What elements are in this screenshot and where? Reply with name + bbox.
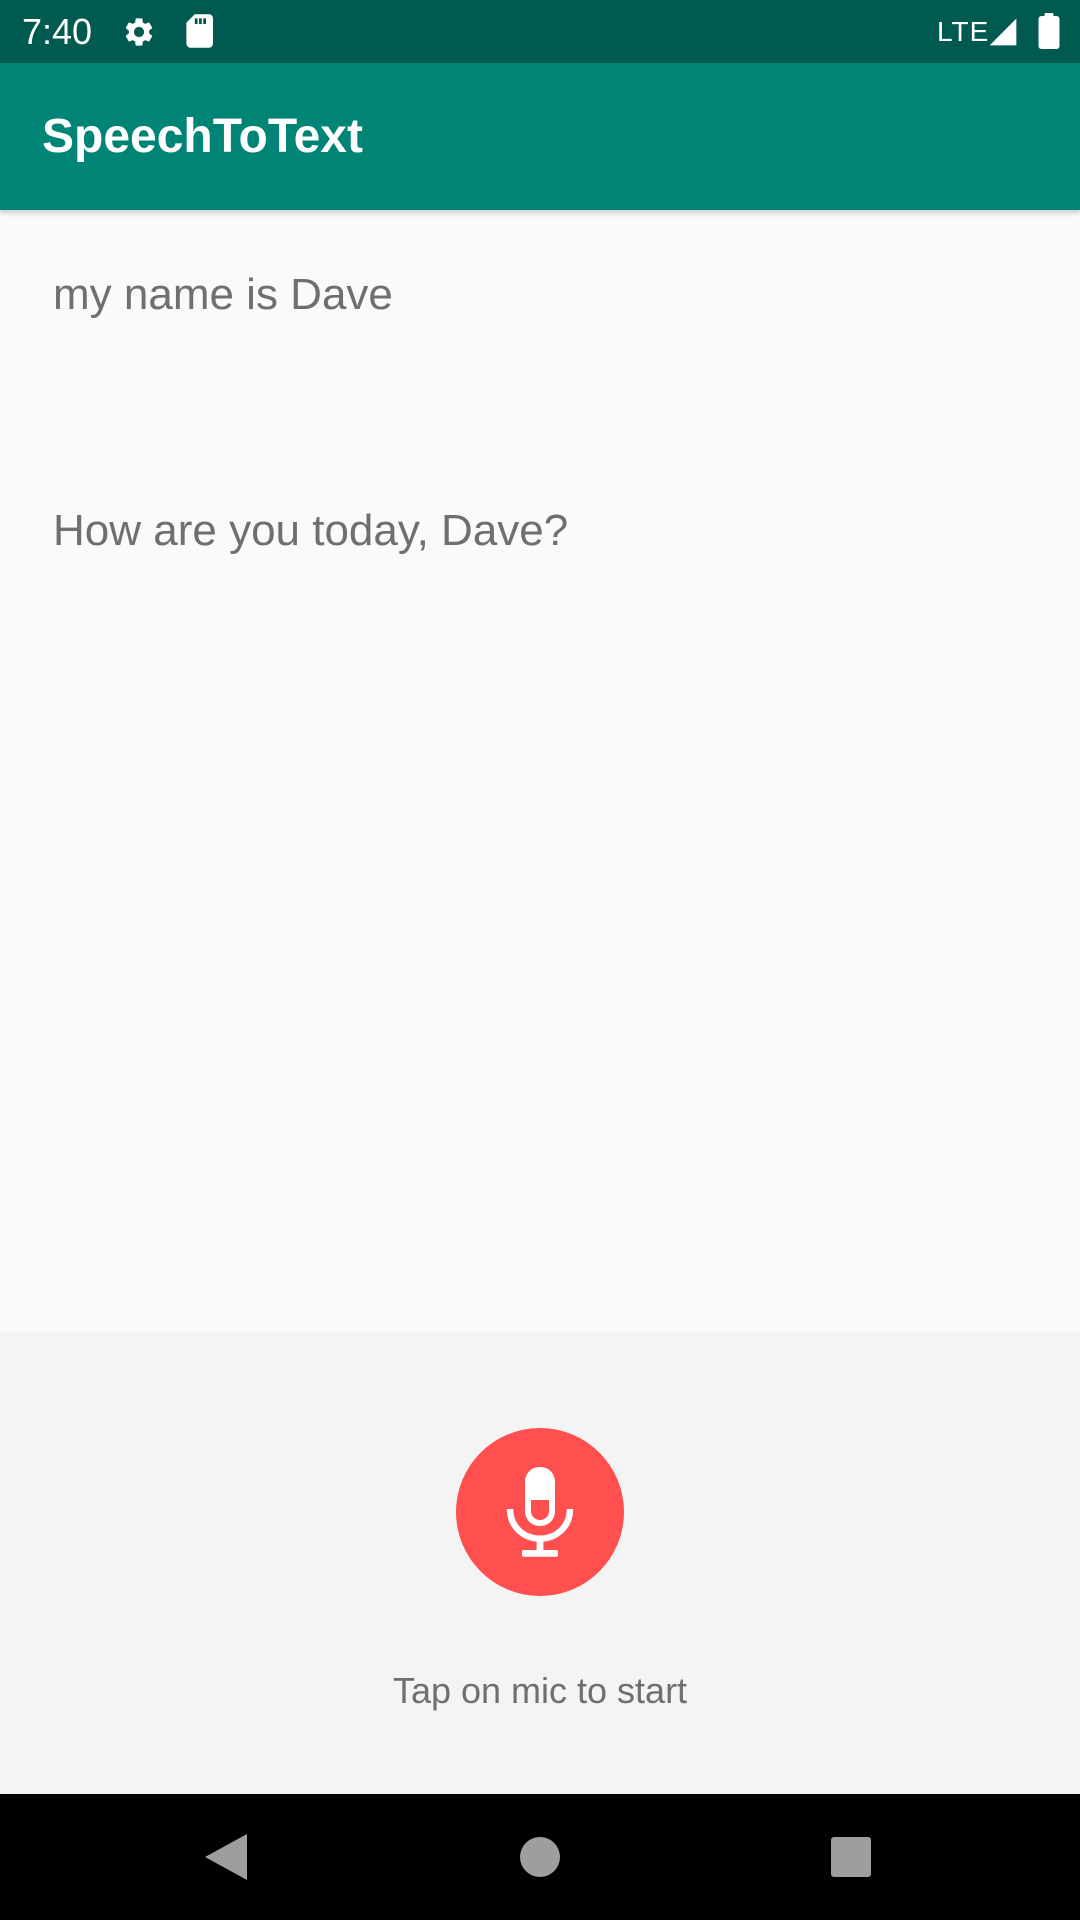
status-time: 7:40 [22,11,93,52]
tap-mic-hint: Tap on mic to start [392,1670,688,1711]
recognized-speech-text: my name is Dave [53,270,393,319]
status-bar: 7:40 LTE [0,0,1080,63]
signal-icon [989,18,1017,46]
mic-panel: Tap on mic to start [0,1332,1080,1794]
home-icon[interactable] [520,1837,560,1877]
back-icon[interactable] [205,1834,247,1880]
app-title: SpeechToText [42,110,363,163]
navigation-bar [0,1794,1080,1920]
response-text: How are you today, Dave? [53,506,569,555]
battery-icon [1038,13,1060,49]
app-bar: SpeechToText [0,63,1080,210]
mic-button[interactable] [456,1428,624,1596]
network-type-label: LTE [937,16,990,47]
settings-icon [125,18,153,46]
mic-icon [506,1467,574,1557]
transcript-area: my name is Dave How are you today, Dave? [0,210,1080,1332]
sd-card-icon [186,14,213,48]
recents-icon[interactable] [831,1837,871,1877]
